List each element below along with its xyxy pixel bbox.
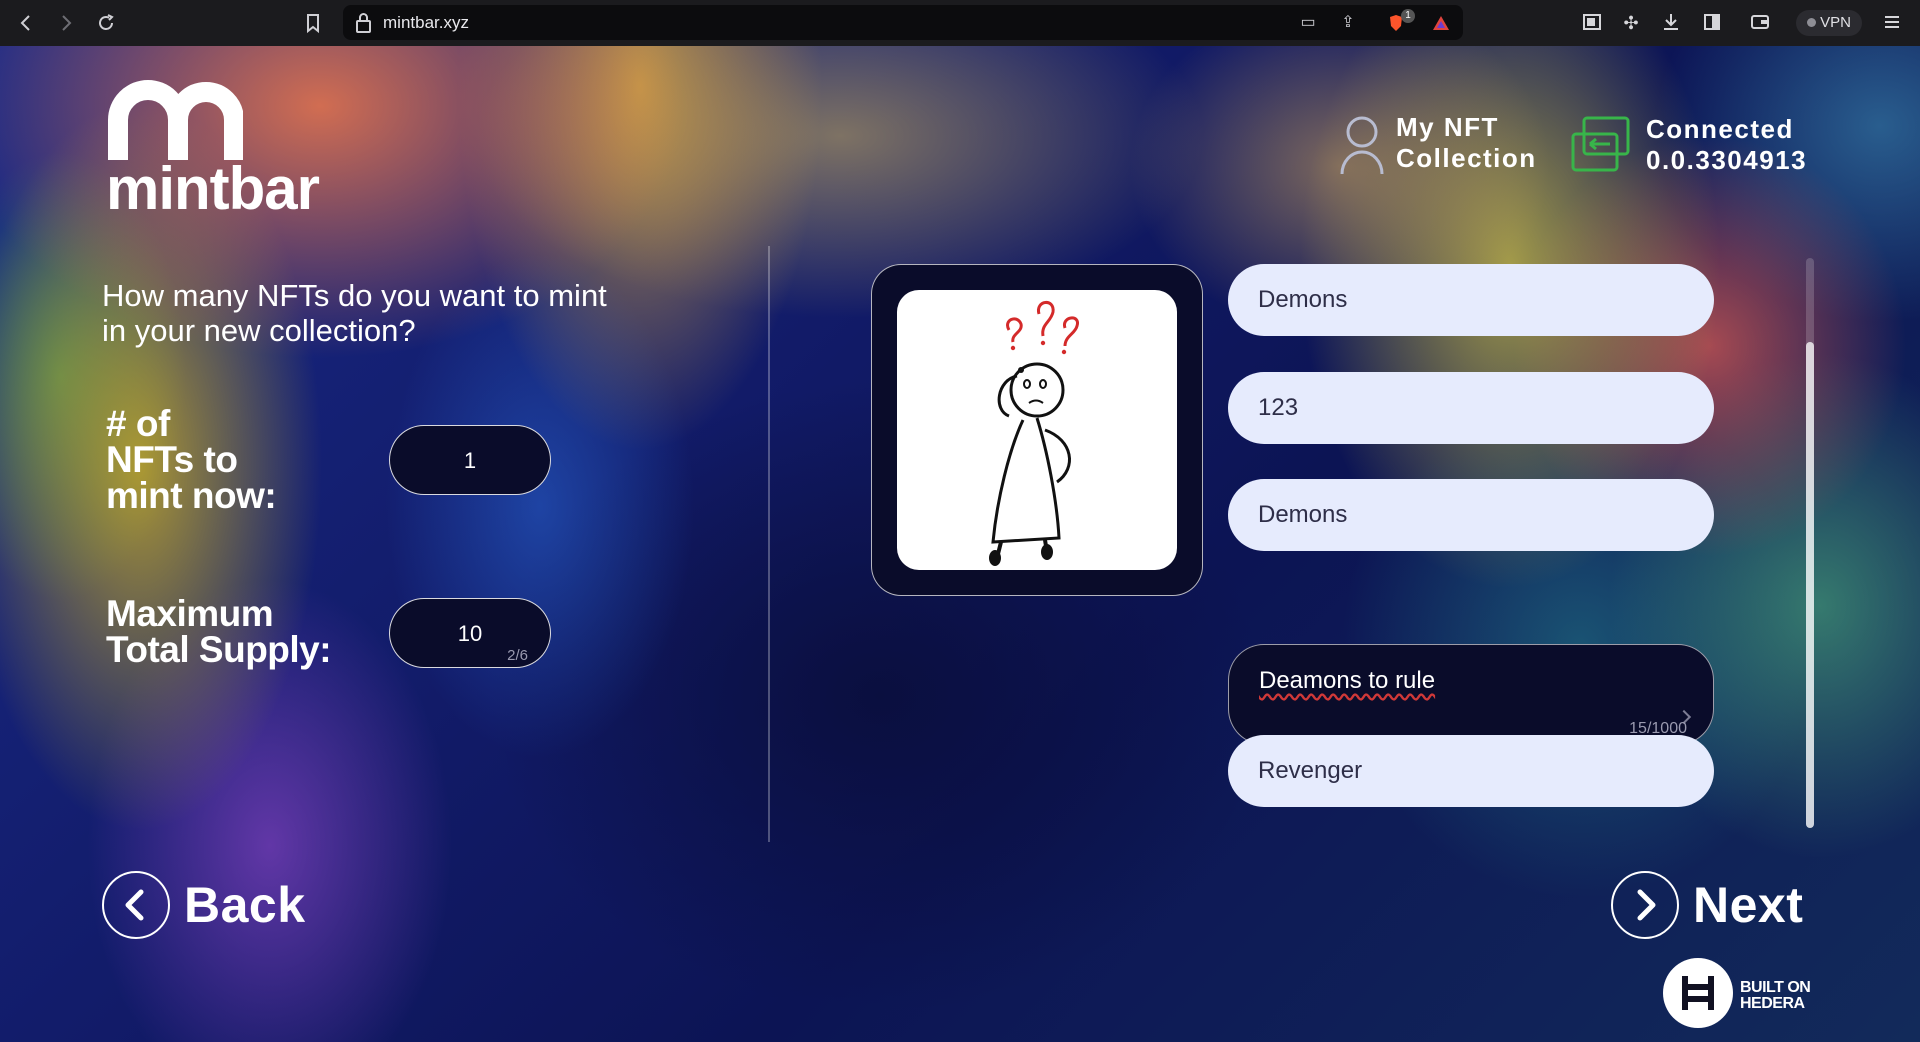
badge-line: BUILT ON	[1740, 979, 1811, 996]
next-button[interactable]: Next	[1611, 871, 1821, 941]
max-supply-label-line: Maximum	[106, 593, 274, 634]
back-label: Back	[184, 877, 306, 933]
back-nav-icon[interactable]	[14, 11, 38, 35]
extensions-icon[interactable]: ✣	[1619, 11, 1643, 35]
collection-name-field[interactable]: Demons	[1228, 264, 1714, 336]
built-on-hedera-badge[interactable]: BUILT ON HEDERA	[1740, 979, 1811, 1012]
nft-image	[897, 290, 1177, 570]
mint-now-label-line: mint now:	[106, 475, 277, 516]
user-icon[interactable]	[1339, 114, 1385, 176]
browser-toolbar: mintbar.xyz ▭ ⇪ 1 ✣ VPN	[0, 0, 1920, 46]
bookmark-icon[interactable]	[301, 11, 325, 35]
max-supply-input[interactable]: 10 2/6	[389, 598, 551, 668]
share-icon[interactable]: ⇪	[1338, 13, 1358, 33]
max-supply-label-line: Total Supply:	[106, 629, 332, 670]
mint-page: mintbar My NFT Collection Connected 0.0.…	[0, 46, 1920, 1042]
nft-name-field[interactable]: Demons	[1228, 479, 1714, 551]
creator-value: Revenger	[1258, 757, 1363, 784]
chevron-right-icon	[1611, 871, 1679, 939]
brave-rewards-icon[interactable]	[1431, 13, 1451, 33]
description-value: Deamons to rule	[1259, 667, 1436, 694]
nft-image-card[interactable]	[871, 264, 1203, 596]
lock-icon	[356, 13, 371, 33]
chevron-left-icon	[102, 871, 170, 939]
back-button[interactable]: Back	[102, 871, 322, 941]
downloads-icon[interactable]	[1659, 11, 1683, 35]
vpn-button[interactable]: VPN	[1796, 10, 1862, 36]
confused-stick-figure-image	[989, 301, 1079, 566]
collection-link-line1: My NFT	[1396, 112, 1499, 142]
address-bar[interactable]: mintbar.xyz ▭ ⇪ 1	[343, 5, 1463, 40]
mint-question: How many NFTs do you want to mint in you…	[102, 278, 607, 348]
max-supply-label: Maximum Total Supply:	[106, 593, 332, 670]
mint-now-label: # of NFTs to mint now:	[106, 403, 277, 516]
wallet-account-id: 0.0.3304913	[1646, 145, 1808, 175]
max-supply-value: 10	[457, 621, 483, 646]
reading-list-icon[interactable]	[1700, 11, 1724, 35]
vpn-status-icon	[1807, 18, 1817, 27]
badge-line: HEDERA	[1740, 995, 1805, 1012]
next-label: Next	[1693, 877, 1804, 933]
brand-name[interactable]: mintbar	[106, 154, 320, 223]
collection-link-line2: Collection	[1396, 143, 1537, 173]
nft-name-value: Demons	[1258, 501, 1348, 528]
max-supply-counter: 2/6	[507, 647, 528, 664]
form-scrollbar-thumb[interactable]	[1806, 342, 1814, 828]
wallet-status[interactable]: Connected 0.0.3304913	[1646, 114, 1807, 176]
reload-icon[interactable]	[94, 11, 118, 35]
mint-now-value: 1	[463, 448, 477, 473]
cast-icon[interactable]: ▭	[1298, 13, 1318, 33]
wallet-connected-icon[interactable]	[1570, 115, 1632, 173]
menu-icon[interactable]	[1880, 11, 1904, 35]
mint-now-label-line: NFTs to	[106, 439, 238, 480]
shields-count-badge: 1	[1401, 9, 1415, 23]
collection-name-value: Demons	[1258, 286, 1348, 313]
collection-symbol-value: 123	[1258, 394, 1299, 421]
description-textarea[interactable]: Deamons to rule 15/1000	[1228, 644, 1714, 745]
column-divider	[768, 246, 770, 842]
mintbar-logo-icon[interactable]	[108, 80, 243, 162]
vpn-label: VPN	[1820, 14, 1851, 31]
collection-symbol-field[interactable]: 123	[1228, 372, 1714, 444]
wallet-status-label: Connected	[1646, 114, 1794, 144]
sidebar-toggle-icon[interactable]	[1580, 11, 1604, 35]
wallet-icon[interactable]	[1748, 11, 1772, 35]
mint-now-label-line: # of	[106, 403, 170, 444]
creator-field[interactable]: Revenger	[1228, 735, 1714, 807]
my-nft-collection-link[interactable]: My NFT Collection	[1396, 112, 1537, 174]
mint-now-input[interactable]: 1	[389, 425, 551, 495]
hedera-logo-icon[interactable]	[1663, 958, 1733, 1028]
forward-nav-icon[interactable]	[54, 11, 78, 35]
url-text: mintbar.xyz	[383, 13, 469, 32]
